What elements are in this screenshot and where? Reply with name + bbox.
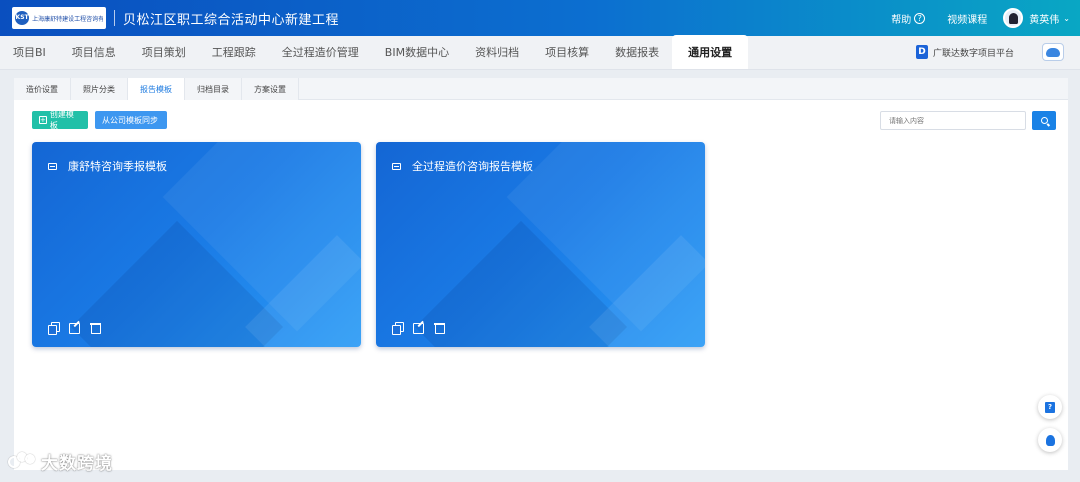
- watermark: 大数跨境: [8, 449, 113, 474]
- trash-icon[interactable]: [90, 322, 101, 334]
- template-title: 全过程造价咨询报告模板: [412, 160, 533, 173]
- nav-item-archive[interactable]: 资料归档: [462, 35, 532, 69]
- plus-square-icon: +: [39, 116, 47, 124]
- tab-archive-directory[interactable]: 归档目录: [185, 78, 242, 100]
- create-template-label: 创建模板: [49, 110, 74, 130]
- tab-report-templates[interactable]: 报告模板: [128, 78, 185, 100]
- edit-icon[interactable]: [413, 322, 424, 334]
- watermark-text: 大数跨境: [41, 454, 113, 474]
- copy-icon[interactable]: [48, 322, 60, 335]
- nav-item-data-reports[interactable]: 数据报表: [602, 35, 672, 69]
- help-book-icon: ?: [1045, 401, 1055, 413]
- template-card[interactable]: 康舒特咨询季报模板: [32, 142, 361, 347]
- search-input[interactable]: [880, 111, 1026, 130]
- watermark-logo-icon: [8, 451, 38, 472]
- sub-tabs: 造价设置 照片分类 报告模板 归档目录 方案设置: [14, 78, 1068, 100]
- tips-float-button[interactable]: [1038, 428, 1062, 452]
- cloud-icon: [1046, 47, 1060, 57]
- video-courses-link[interactable]: 视频课程: [947, 11, 987, 26]
- logo-mark-icon: KST: [15, 11, 30, 25]
- tab-plan-settings[interactable]: 方案设置: [242, 78, 299, 100]
- create-template-button[interactable]: + 创建模板: [32, 110, 88, 130]
- template-card-header: 全过程造价咨询报告模板: [392, 158, 533, 174]
- chevron-down-icon[interactable]: ⌄: [1063, 14, 1070, 23]
- template-title: 康舒特咨询季报模板: [68, 160, 167, 173]
- nav-item-general-settings[interactable]: 通用设置: [672, 35, 749, 69]
- tab-photo-categories[interactable]: 照片分类: [71, 78, 128, 100]
- document-icon: [48, 162, 57, 170]
- question-circle-icon: ?: [914, 12, 926, 24]
- nav-item-project-info[interactable]: 项目信息: [59, 35, 129, 69]
- help-label: 帮助: [891, 14, 912, 26]
- header-divider: [114, 10, 115, 26]
- user-silhouette-icon: [1008, 12, 1018, 24]
- nav-item-bim-data-center[interactable]: BIM数据中心: [372, 35, 462, 69]
- help-link[interactable]: 帮助 ?: [891, 11, 926, 26]
- nav-item-project-planning[interactable]: 项目策划: [129, 35, 199, 69]
- edit-icon[interactable]: [69, 322, 80, 334]
- content-panel: 造价设置 照片分类 报告模板 归档目录 方案设置 + 创建模板 从公司模板同步 …: [14, 78, 1068, 470]
- avatar[interactable]: [1003, 8, 1024, 28]
- template-card-header: 康舒特咨询季报模板: [48, 158, 167, 174]
- template-card[interactable]: 全过程造价咨询报告模板: [376, 142, 705, 347]
- nav-item-cost-management[interactable]: 全过程造价管理: [269, 35, 372, 69]
- sync-from-company-button[interactable]: 从公司模板同步: [95, 111, 167, 129]
- nav-item-project-accounting[interactable]: 项目核算: [532, 35, 602, 69]
- template-actions: [392, 322, 445, 335]
- company-logo[interactable]: KST 上海康舒特建设工程咨询有限公司: [12, 7, 106, 29]
- document-icon: [392, 162, 401, 170]
- search-button[interactable]: [1032, 111, 1056, 130]
- copy-icon[interactable]: [392, 322, 404, 335]
- search-icon: [1040, 117, 1048, 124]
- tab-cost-settings[interactable]: 造价设置: [14, 78, 71, 100]
- glodon-d-icon: D: [915, 45, 928, 59]
- template-actions: [48, 322, 101, 335]
- logo-company-name: 上海康舒特建设工程咨询有限公司: [32, 15, 103, 23]
- nav-item-engineering-tracking[interactable]: 工程跟踪: [199, 35, 269, 69]
- header-actions: 帮助 ? 视频课程 黄英伟 ⌄: [891, 8, 1070, 28]
- project-title: 贝松江区职工综合活动中心新建工程: [123, 12, 340, 28]
- top-header: KST 上海康舒特建设工程咨询有限公司 贝松江区职工综合活动中心新建工程 帮助 …: [0, 0, 1080, 36]
- nav-item-project-bi[interactable]: 项目BI: [0, 35, 59, 69]
- trash-icon[interactable]: [434, 322, 445, 334]
- platform-label[interactable]: 广联达数字项目平台: [933, 46, 1014, 59]
- cloud-button[interactable]: [1042, 43, 1064, 61]
- main-nav: 项目BI 项目信息 项目策划 工程跟踪 全过程造价管理 BIM数据中心 资料归档…: [0, 35, 1080, 70]
- nav-right: D 广联达数字项目平台: [915, 35, 1080, 69]
- user-name[interactable]: 黄英伟: [1029, 11, 1059, 26]
- lightbulb-icon: [1045, 434, 1055, 446]
- help-doc-float-button[interactable]: ?: [1038, 395, 1062, 419]
